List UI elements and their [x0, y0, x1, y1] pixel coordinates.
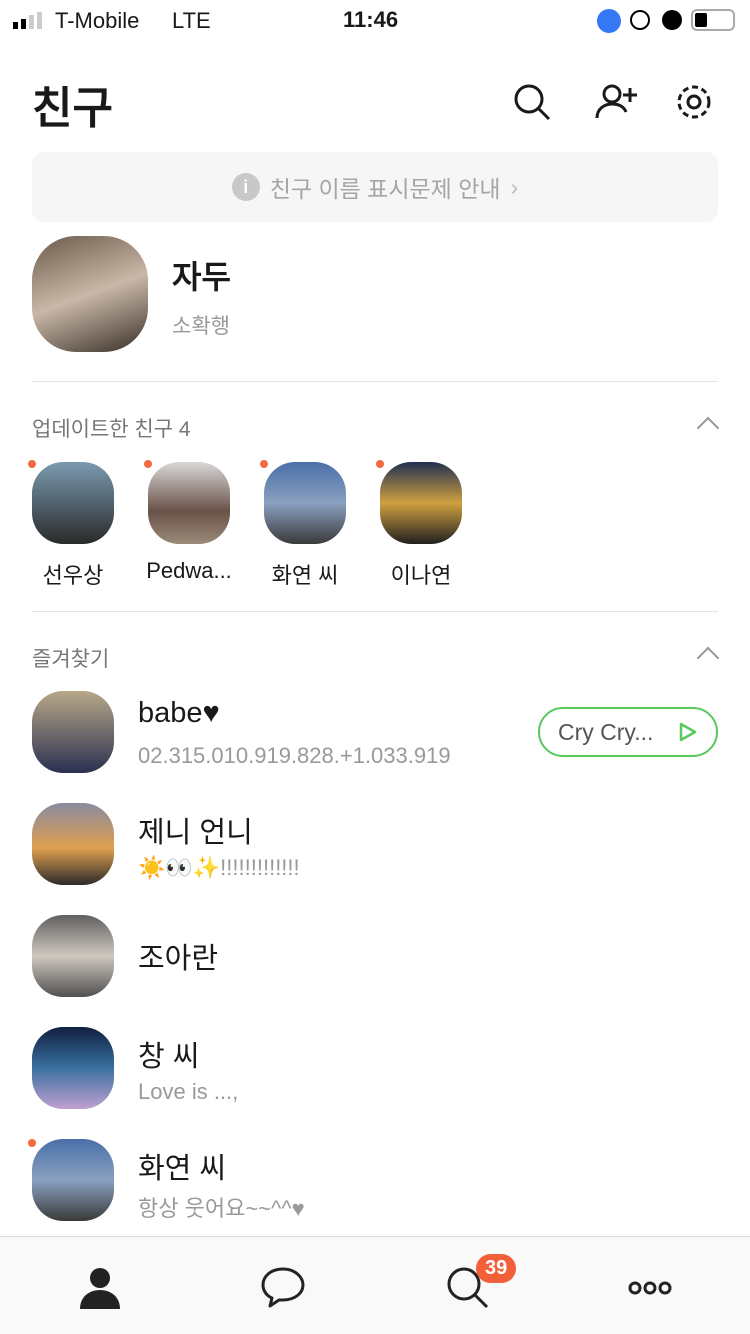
friend-row[interactable]: 화연 씨 항상 웃어요~~^^♥	[28, 1139, 718, 1223]
carrier: T-Mobile	[55, 8, 140, 33]
network: LTE	[172, 8, 211, 33]
friend-name: 창 씨	[138, 1041, 200, 1073]
updated-friend[interactable]: 선우상	[18, 460, 128, 590]
updated-friends-header: 업데이트한 친구 4	[32, 418, 191, 441]
signal-icon	[13, 12, 42, 29]
friend-row[interactable]: 창 씨 Love is ...,	[32, 1027, 718, 1111]
add-friend-icon[interactable]	[594, 80, 638, 124]
heart-icon: ♥	[202, 697, 220, 729]
collapse-chevron-icon[interactable]	[696, 416, 720, 440]
settings-icon[interactable]	[672, 80, 716, 124]
friend-name: 화연 씨	[138, 1153, 227, 1185]
divider	[32, 381, 718, 382]
divider	[32, 611, 718, 612]
search-icon[interactable]	[510, 80, 554, 124]
friend-row[interactable]: babe♥ 02.315.010.919.828.+1.033.919 Cry …	[32, 691, 718, 775]
friend-name: 조아란	[138, 943, 219, 975]
friend-status-message: 항상 웃어요~~^^♥	[138, 1196, 305, 1221]
location-icon	[597, 9, 621, 33]
name-display-notice-banner[interactable]: i 친구 이름 표시문제 안내 ›	[32, 152, 718, 222]
tab-chats-icon[interactable]	[258, 1263, 308, 1313]
avatar	[32, 691, 114, 773]
profile-music-button[interactable]: Cry Cry...	[538, 707, 718, 757]
friend-status-message: ☀️👀✨!!!!!!!!!!!!!	[138, 855, 300, 880]
play-icon	[679, 722, 697, 742]
notification-badge: 39	[476, 1254, 517, 1283]
battery-icon	[691, 9, 735, 31]
friend-status-message: Love is ...,	[138, 1079, 239, 1104]
updated-friend[interactable]: 이나연	[366, 460, 476, 590]
page-title: 친구	[32, 84, 113, 133]
friend-status-message: 02.315.010.919.828.+1.033.919	[138, 743, 451, 768]
tab-bar	[0, 1236, 750, 1334]
notice-text: 친구 이름 표시문제 안내	[269, 176, 501, 202]
my-profile-status: 소확행	[172, 315, 230, 338]
alarm-icon	[662, 10, 682, 30]
music-title: Cry Cry...	[558, 718, 654, 745]
info-icon: i	[231, 173, 260, 201]
updated-friend[interactable]: 화연 씨	[250, 460, 360, 590]
collapse-chevron-icon[interactable]	[696, 646, 720, 670]
tab-friends-icon[interactable]	[75, 1263, 125, 1313]
updated-friend[interactable]: Pedwa...	[134, 460, 244, 584]
friend-name: 제니 언니	[138, 817, 253, 849]
my-profile-name[interactable]: 자두	[172, 252, 231, 298]
friend-row[interactable]: 조아란	[32, 915, 718, 999]
avatar	[32, 1027, 114, 1109]
tab-more-icon[interactable]	[625, 1263, 675, 1313]
status-bar: T-Mobile LTE 11:46	[0, 0, 750, 40]
avatar	[32, 915, 114, 997]
avatar	[32, 803, 114, 885]
friend-row[interactable]: 제니 언니 ☀️👀✨!!!!!!!!!!!!!	[32, 803, 718, 887]
favorites-header: 즐겨찾기	[32, 648, 110, 671]
friend-name: babe	[138, 697, 203, 729]
chevron-right-icon: ›	[510, 173, 519, 200]
rotation-lock-icon	[630, 10, 650, 30]
avatar	[32, 1139, 114, 1221]
clock: 11:46	[343, 7, 399, 32]
update-dot	[28, 1139, 36, 1147]
my-profile-avatar[interactable]	[32, 236, 148, 352]
